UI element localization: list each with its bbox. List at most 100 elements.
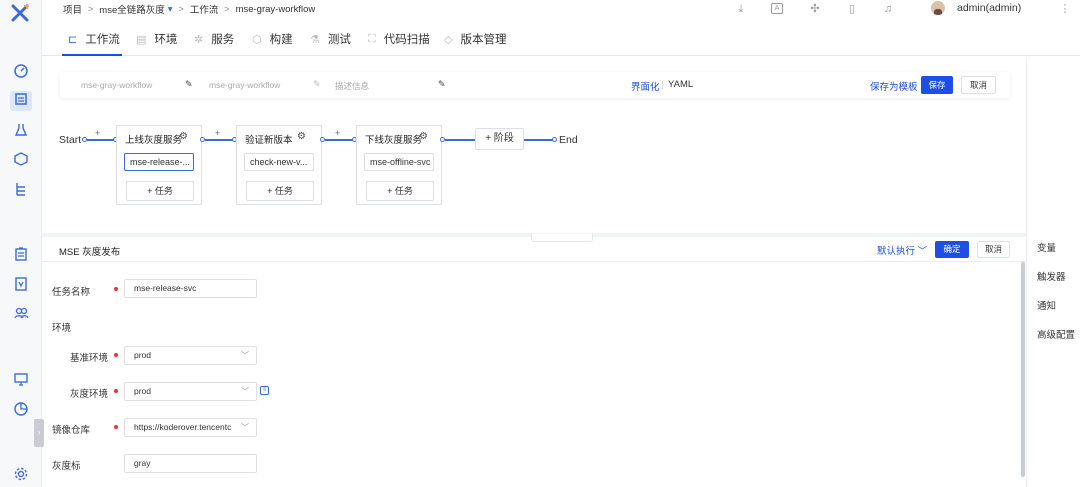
job-cancel-button[interactable]: 取消 [977, 241, 1010, 258]
test-icon: ⚗ [310, 33, 320, 46]
required-marker [114, 287, 118, 291]
edit-description-icon[interactable]: ✎ [438, 79, 446, 90]
notifications-tab[interactable]: 通知 [1037, 298, 1056, 312]
tab-test[interactable]: ⚗ 测试 [310, 31, 351, 47]
bell-icon[interactable]: ♫ [881, 2, 895, 16]
gray-env-info-icon[interactable]: ≡ [260, 386, 269, 395]
required-marker [114, 353, 118, 357]
chevron-down-icon: ﹀ [917, 246, 928, 257]
save-button[interactable]: 保存 [921, 76, 953, 94]
add-task-button[interactable]: + 任务 [366, 181, 434, 201]
insert-stage-button[interactable]: + [335, 128, 340, 138]
mode-yaml-tab[interactable]: YAML [668, 79, 693, 90]
tab-code-scan[interactable]: ⛶ 代码扫描 [368, 31, 430, 47]
base-env-select[interactable]: prod ﹀ [124, 346, 257, 365]
tab-service[interactable]: ✲ 服务 [194, 31, 234, 47]
version-list-icon[interactable] [12, 276, 30, 294]
breadcrumb: 项目 > mse全链路灰度 ▾ > 工作流 > mse-gray-workflo… [63, 2, 316, 17]
insert-stage-button[interactable]: + [215, 128, 220, 138]
workflow-settings-panel: 变量 触发器 通知 高级配置 [1026, 57, 1080, 487]
monitor-icon[interactable] [12, 371, 30, 389]
workflow-display-input[interactable]: mse-gray-workflow [209, 80, 280, 90]
dashboard-icon[interactable] [12, 63, 30, 81]
tab-build[interactable]: ⬡ 构建 [252, 31, 293, 47]
project-dropdown-icon[interactable]: ▾ [168, 4, 173, 15]
rail-collapse-handle[interactable]: › [34, 419, 44, 447]
settings-gear-icon[interactable] [12, 466, 30, 484]
exec-mode-select[interactable]: 默认执行 ﹀ [877, 243, 927, 257]
stage-settings-icon[interactable]: ⚙ [419, 131, 428, 142]
clipboard-icon[interactable] [12, 246, 30, 264]
logo-icon[interactable] [10, 3, 30, 23]
workflow-name-input[interactable]: mse-gray-workflow [81, 80, 152, 90]
variables-tab[interactable]: 变量 [1037, 240, 1056, 254]
package-icon[interactable] [12, 151, 30, 169]
service-icon: ✲ [194, 33, 204, 46]
tab-version[interactable]: ◇ 版本管理 [444, 31, 506, 47]
scrollbar[interactable] [1021, 262, 1025, 477]
image-repo-select[interactable]: https://koderover.tencentc ﹀ [124, 418, 257, 437]
flask-icon[interactable] [12, 122, 30, 140]
env-label: 环境 [52, 323, 72, 334]
stage-card[interactable]: 验证新版本 ⚙ check-new-v... + 任务 [236, 125, 322, 205]
add-stage-button[interactable]: + 阶段 [475, 128, 524, 150]
breadcrumb-project[interactable]: mse全链路灰度 [99, 2, 164, 16]
tree-icon[interactable] [12, 181, 30, 199]
docs-icon[interactable]: ▯ [845, 2, 859, 16]
stage-title: 上线灰度服务 [125, 135, 183, 146]
breadcrumb-current: mse-gray-workflow [235, 3, 316, 15]
job-item[interactable]: mse-release-... [124, 153, 194, 171]
stage-title: 验证新版本 [245, 135, 293, 146]
project-icon[interactable] [10, 91, 32, 111]
pie-chart-icon[interactable] [12, 401, 30, 419]
edit-name-icon[interactable]: ✎ [185, 79, 193, 90]
pipeline-end: End [559, 134, 578, 146]
chevron-down-icon: ﹀ [241, 387, 249, 396]
stage-settings-icon[interactable]: ⚙ [297, 131, 306, 142]
description-input[interactable]: 描述信息 [335, 80, 369, 92]
gray-tag-input[interactable]: gray [124, 454, 257, 473]
mode-ui-tab[interactable]: 界面化 [631, 79, 660, 93]
breadcrumb-workflows[interactable]: 工作流 [190, 2, 219, 16]
tab-workflow[interactable]: ⊏ 工作流 [68, 31, 120, 47]
download-icon[interactable]: ⤓ [734, 2, 748, 16]
more-icon[interactable]: ⋮ [1058, 2, 1072, 16]
job-panel-title: MSE 灰度发布 [59, 247, 121, 258]
workflow-icon: ⊏ [68, 33, 78, 46]
gray-env-label: 灰度环境 [70, 389, 109, 400]
stage-settings-icon[interactable]: ⚙ [179, 131, 188, 142]
tab-environment[interactable]: ▤ 环境 [136, 31, 177, 47]
avatar[interactable] [931, 1, 945, 15]
job-panel-header: MSE 灰度发布 默认执行 ﹀ 确定 取消 [42, 238, 1026, 262]
chevron-down-icon: ﹀ [241, 351, 249, 360]
gray-tag-label: 灰度标 [52, 461, 81, 472]
user-name[interactable]: admin(admin) [957, 2, 1021, 14]
translate-icon[interactable]: A [771, 3, 783, 14]
required-marker [114, 425, 118, 429]
insert-stage-button[interactable]: + [95, 128, 100, 138]
job-item[interactable]: mse-offline-svc [364, 153, 434, 171]
cancel-button[interactable]: 取消 [961, 76, 996, 94]
gray-env-select[interactable]: prod ﹀ [124, 382, 257, 401]
pipeline-start: Start [59, 134, 82, 146]
environment-icon: ▤ [136, 33, 147, 46]
add-task-button[interactable]: + 任务 [246, 181, 314, 201]
edit-display-icon[interactable]: ✎ [313, 79, 321, 90]
job-item[interactable]: check-new-v... [244, 153, 314, 171]
stage-title: 下线灰度服务 [365, 135, 423, 146]
stage-card[interactable]: 下线灰度服务 ⚙ mse-offline-svc + 任务 [356, 125, 442, 205]
network-icon[interactable]: ✣ [808, 2, 822, 16]
confirm-button[interactable]: 确定 [935, 241, 969, 258]
users-icon[interactable] [12, 305, 30, 323]
save-as-template-link[interactable]: 保存为模板 [870, 79, 918, 93]
build-icon: ⬡ [252, 33, 262, 46]
stage-card[interactable]: 上线灰度服务 ⚙ mse-release-... + 任务 [116, 125, 202, 205]
task-name-input[interactable]: mse-release-svc [124, 279, 257, 298]
triggers-tab[interactable]: 触发器 [1037, 269, 1066, 283]
image-repo-label: 镜像仓库 [52, 425, 91, 436]
workflow-toolbar: mse-gray-workflow ✎ mse-gray-workflow ✎ … [60, 72, 1010, 98]
advanced-settings-tab[interactable]: 高级配置 [1037, 327, 1075, 341]
breadcrumb-projects[interactable]: 项目 [63, 2, 82, 16]
add-task-button[interactable]: + 任务 [126, 181, 194, 201]
chevron-down-icon: ﹀ [239, 419, 249, 436]
